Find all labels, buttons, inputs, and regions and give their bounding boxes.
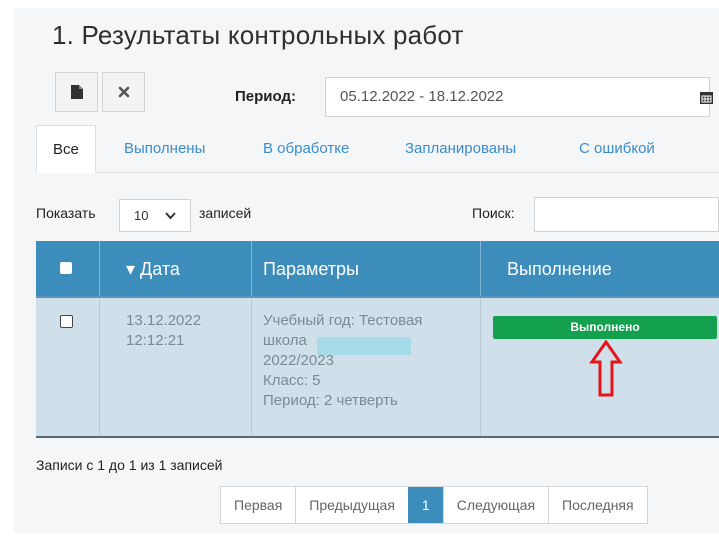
column-params[interactable]: Параметры xyxy=(251,241,480,296)
show-label: Показать xyxy=(36,205,96,221)
tab-all[interactable]: Все xyxy=(36,125,96,173)
page-title: 1. Результаты контрольных работ xyxy=(52,20,464,50)
select-all-checkbox[interactable] xyxy=(60,262,72,274)
row-date: 13.12.2022 xyxy=(126,312,202,329)
current-page-button[interactable]: 1 xyxy=(407,487,443,523)
tab-completed[interactable]: Выполнены xyxy=(124,125,205,172)
status-badge[interactable]: Выполнено xyxy=(493,316,717,339)
param-line: Период: 2 четверть xyxy=(263,392,398,409)
prev-page-button[interactable]: Предыдущая xyxy=(295,487,408,523)
new-file-button[interactable] xyxy=(55,72,98,112)
tab-error[interactable]: С ошибкой xyxy=(579,125,655,172)
first-page-button[interactable]: Первая xyxy=(221,487,295,523)
column-date[interactable]: ▾ Дата xyxy=(99,241,251,296)
close-icon xyxy=(118,86,129,98)
file-icon xyxy=(70,85,83,99)
page-size-select[interactable]: 10 xyxy=(119,199,191,232)
clear-button[interactable] xyxy=(102,72,145,112)
pagination: Первая Предыдущая 1 Следующая Последняя xyxy=(220,486,648,524)
tab-processing[interactable]: В обработке xyxy=(263,125,349,172)
status-tabs: Все Выполнены В обработке Запланированы … xyxy=(36,125,719,173)
row-time: 12:12:21 xyxy=(126,332,185,349)
records-info: Записи с 1 до 1 из 1 записей xyxy=(36,457,223,473)
param-line: Учебный год: Тестовая xyxy=(263,312,423,329)
last-page-button[interactable]: Последняя xyxy=(548,487,647,523)
records-label: записей xyxy=(199,205,252,221)
date-cell: 13.12.2022 12:12:21 xyxy=(99,298,251,436)
period-label: Период: xyxy=(235,88,296,105)
select-all-cell xyxy=(36,241,99,296)
chevron-down-icon xyxy=(165,212,176,220)
param-line: Класс: 5 xyxy=(263,372,321,389)
table-header: ▾ Дата Параметры Выполнение xyxy=(36,241,719,296)
column-execution[interactable]: Выполнение xyxy=(480,241,719,296)
calendar-icon xyxy=(700,91,713,104)
search-input[interactable] xyxy=(534,197,719,232)
redaction-highlight xyxy=(317,337,411,355)
calendar-button[interactable] xyxy=(694,77,719,117)
row-checkbox[interactable] xyxy=(60,315,73,328)
period-input[interactable]: 05.12.2022 - 18.12.2022 xyxy=(325,77,710,117)
page-size-value: 10 xyxy=(134,208,149,223)
search-label: Поиск: xyxy=(472,205,515,221)
tab-planned[interactable]: Запланированы xyxy=(405,125,516,172)
params-cell: Учебный год: Тестовая школа 2022/2023 Кл… xyxy=(251,298,480,436)
row-select-cell xyxy=(36,298,99,436)
annotation-arrow-icon xyxy=(589,340,623,397)
next-page-button[interactable]: Следующая xyxy=(442,487,548,523)
